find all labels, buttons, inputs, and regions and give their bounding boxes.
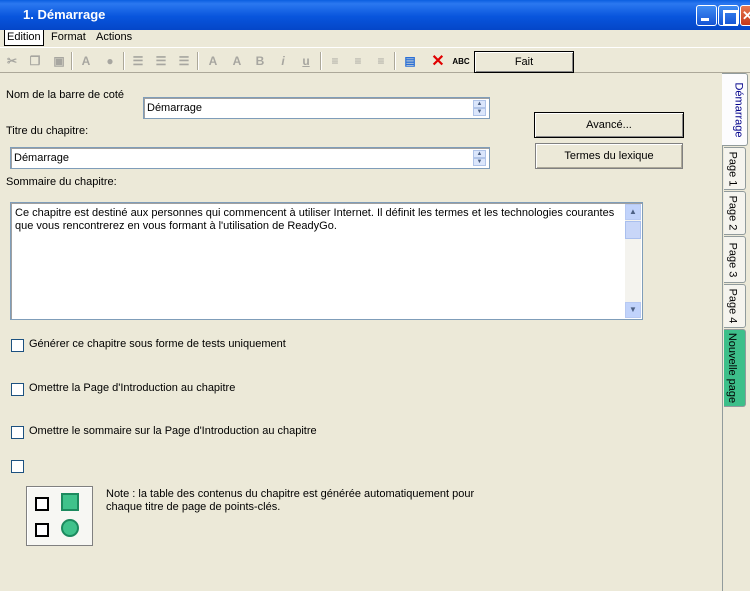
outline-list-icon[interactable]: ☰ <box>176 53 192 69</box>
sommaire-label: Sommaire du chapitre: <box>6 176 117 188</box>
align-left-icon[interactable]: ≡ <box>327 53 343 69</box>
option-omit-summary: Omettre le sommaire sur la Page d'Introd… <box>29 425 317 437</box>
avance-button[interactable]: Avancé... <box>534 112 684 138</box>
bullet-list-icon[interactable]: ☰ <box>130 53 146 69</box>
fait-button[interactable]: Fait <box>474 51 574 73</box>
tab-demarrage[interactable]: Démarrage <box>722 73 748 146</box>
minimize-button[interactable] <box>696 5 717 26</box>
sommaire-scrollbar[interactable]: ▲ ▼ <box>625 204 641 318</box>
menu-bar: Edition Format Actions <box>0 30 750 46</box>
color-icon[interactable]: ● <box>102 53 118 69</box>
numbered-list-icon[interactable]: ☰ <box>153 53 169 69</box>
titre-spinner[interactable]: ▲ ▼ <box>473 150 486 166</box>
menu-edition[interactable]: Edition <box>4 30 44 46</box>
nom-label: Nom de la barre de coté <box>6 89 125 101</box>
italic-icon[interactable]: i <box>275 53 291 69</box>
scroll-up-icon[interactable]: ▲ <box>625 204 641 220</box>
tab-page-3[interactable]: Page 3 <box>724 236 746 283</box>
window-title: 1. Démarrage <box>23 7 106 22</box>
align-right-icon[interactable]: ≡ <box>373 53 389 69</box>
page-tabs: Démarrage Page 1 Page 2 Page 3 Page 4 No… <box>722 73 750 591</box>
sommaire-text: Ce chapitre est destiné aux personnes qu… <box>15 207 615 232</box>
underline-icon[interactable]: u <box>298 53 314 69</box>
tab-page-4[interactable]: Page 4 <box>724 284 746 328</box>
lexique-button[interactable]: Termes du lexique <box>535 143 683 169</box>
align-center-icon[interactable]: ≡ <box>350 53 366 69</box>
spellcheck-icon[interactable]: ABC <box>452 53 469 69</box>
nom-spinner[interactable]: ▲ ▼ <box>473 100 486 116</box>
checkbox-omit-summary[interactable] <box>11 426 24 439</box>
books-icon[interactable]: ▤ <box>402 53 418 69</box>
tab-page-2[interactable]: Page 2 <box>724 191 746 235</box>
sommaire-textarea[interactable]: Ce chapitre est destiné aux personnes qu… <box>10 202 643 320</box>
option-tests-only: Générer ce chapitre sous forme de tests … <box>29 338 286 350</box>
bold-icon[interactable]: B <box>252 53 268 69</box>
titre-field[interactable]: Démarrage ▲ ▼ <box>10 147 490 169</box>
menu-actions[interactable]: Actions <box>96 31 132 43</box>
scroll-down-icon[interactable]: ▼ <box>625 302 641 318</box>
checkbox-unlabeled[interactable] <box>11 460 24 473</box>
cut-icon[interactable]: ✂ <box>4 53 20 69</box>
menu-format[interactable]: Format <box>51 31 86 43</box>
subscript-icon[interactable]: A <box>229 53 245 69</box>
titre-value: Démarrage <box>14 152 70 164</box>
close-button[interactable]: ✕ <box>740 5 750 26</box>
maximize-button[interactable] <box>718 5 739 26</box>
nom-field[interactable]: Démarrage ▲ ▼ <box>143 97 490 119</box>
paste-icon[interactable]: ▣ <box>51 53 67 69</box>
nom-value: Démarrage <box>147 102 203 114</box>
superscript-icon[interactable]: A <box>205 53 221 69</box>
checkbox-tests-only[interactable] <box>11 339 24 352</box>
title-bar: 1. Démarrage ✕ <box>0 0 750 30</box>
scroll-thumb[interactable] <box>625 221 641 239</box>
titre-label: Titre du chapitre: <box>6 125 89 137</box>
copy-icon[interactable]: ❐ <box>27 53 43 69</box>
delete-icon[interactable]: ✕ <box>430 53 446 70</box>
toc-illustration-icon <box>26 486 93 546</box>
font-icon[interactable]: A <box>78 53 94 69</box>
note-text: Note : la table des contenus du chapitre… <box>106 488 475 513</box>
tab-page-1[interactable]: Page 1 <box>724 147 746 190</box>
option-omit-intro: Omettre la Page d'Introduction au chapit… <box>29 382 236 394</box>
tab-nouvelle-page[interactable]: Nouvelle page <box>724 329 746 407</box>
toolbar: ✂ ❐ ▣ A ● ☰ ☰ ☰ A A B i u ≡ ≡ ≡ ▤ ✕ ABC … <box>0 47 750 73</box>
checkbox-omit-intro[interactable] <box>11 383 24 396</box>
